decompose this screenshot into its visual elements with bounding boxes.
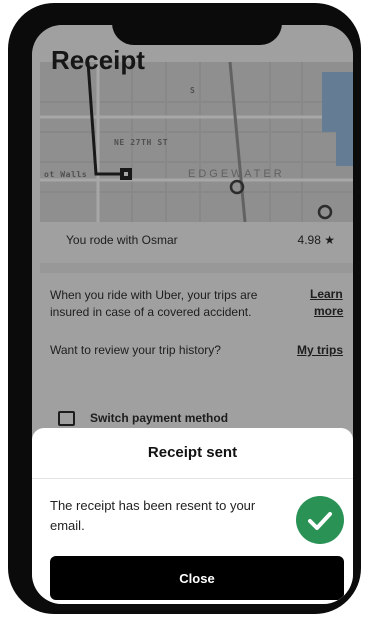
phone-notch [112, 11, 282, 45]
page-title: Receipt [51, 45, 145, 75]
street-label-ne27: NE 27TH ST [114, 138, 169, 147]
wallet-icon [58, 411, 75, 426]
close-button[interactable]: Close [50, 556, 344, 600]
check-icon [296, 496, 344, 544]
street-label-left: ot Walls [44, 170, 88, 179]
history-text: Want to review your trip history? [50, 343, 221, 357]
phone-frame: Receipt NE 27TH ST ot Walls S EDGEWATER … [8, 3, 361, 614]
receipt-sent-sheet: Receipt sent The receipt has been resent… [32, 428, 353, 604]
area-label: EDGEWATER [188, 168, 285, 180]
trip-map[interactable]: NE 27TH ST ot Walls S EDGEWATER [40, 62, 353, 222]
app-screen: Receipt NE 27TH ST ot Walls S EDGEWATER … [32, 25, 353, 604]
map-graphic [40, 62, 353, 222]
my-trips-link[interactable]: My trips [297, 343, 343, 357]
sheet-message: The receipt has been resent to your emai… [50, 498, 256, 533]
driver-rating: 4.98 ★ [297, 233, 335, 247]
learn-more-link-line2[interactable]: more [314, 304, 343, 318]
switch-payment-label[interactable]: Switch payment method [90, 411, 228, 425]
sheet-title: Receipt sent [147, 444, 238, 461]
street-label-vertical: S [190, 86, 196, 95]
sheet-divider [32, 478, 353, 479]
section-divider [40, 263, 353, 273]
driver-text: You rode with Osmar [66, 233, 178, 247]
learn-more-link-line1[interactable]: Learn [310, 287, 343, 301]
insurance-text: When you ride with Uber, your trips are … [50, 288, 258, 319]
